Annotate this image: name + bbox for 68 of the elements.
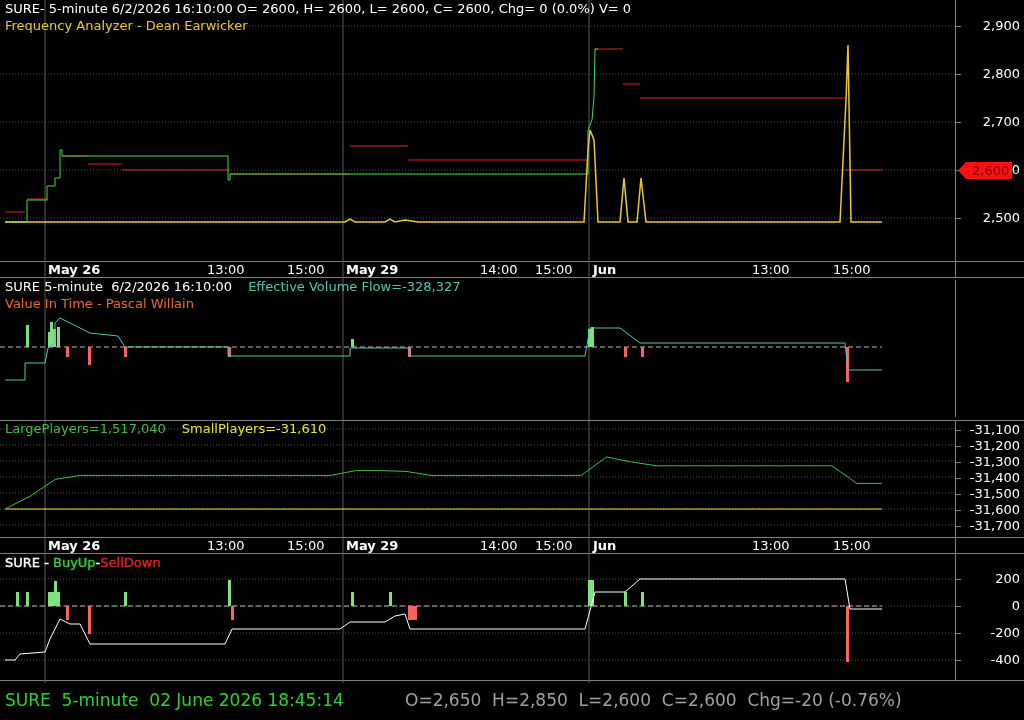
- volume-bar: [389, 592, 392, 606]
- quote-summary: O=2,650 H=2,850 L=2,600 C=2,600 Chg=-20 (-0.76%): [405, 688, 902, 712]
- volume-bar: [26, 592, 29, 606]
- legend-text: SellDown: [100, 554, 161, 571]
- date-label: Jun: [593, 262, 617, 278]
- date-label: 13:00: [207, 538, 245, 554]
- axis-label: 2,500: [982, 210, 1020, 226]
- legend-text: LargePlayers=1,517,040: [5, 420, 166, 437]
- axis-label: -31,100: [969, 421, 1020, 438]
- date-label: 15:00: [535, 262, 573, 278]
- axis-label: 0: [1011, 162, 1020, 178]
- volume-bar: [351, 339, 354, 347]
- date-label: 14:00: [480, 262, 518, 278]
- legend-text: SURE -: [5, 554, 50, 571]
- date-label: 15:00: [833, 538, 871, 554]
- legend-text: -: [95, 554, 101, 571]
- legend-text: SmallPlayers=-31,610: [181, 420, 327, 437]
- date-label: 15:00: [535, 538, 573, 554]
- date-label: 15:00: [287, 538, 325, 554]
- axis-label: 2,800: [982, 66, 1020, 82]
- volume-bar: [624, 347, 627, 357]
- axis-label: -31,700: [969, 518, 1020, 534]
- legend-text: Value In Time - Pascal Willain: [5, 295, 194, 312]
- volume-bar: [846, 347, 849, 382]
- date-label: May 29: [346, 538, 399, 554]
- volume-bar: [88, 347, 91, 365]
- axis-label: -400: [990, 652, 1020, 668]
- date-label: 13:00: [752, 262, 790, 278]
- volume-bar: [124, 592, 127, 606]
- legend-text: SURE- 5-minute 6/2/2026 16:10:00 O= 2600, H= 2600, L= 2600, C= 2600, Chg= 0 (0.0%) V= 0: [5, 0, 632, 17]
- legend-text: Effective Volume Flow=-328,327: [248, 278, 461, 295]
- axis-label: -31,600: [969, 502, 1020, 518]
- axis-label: 2,700: [982, 114, 1020, 130]
- volume-bar: [846, 606, 849, 662]
- tag-arrow-icon: [958, 162, 966, 179]
- volume-bar: [66, 606, 69, 620]
- date-label: 13:00: [207, 262, 245, 278]
- date-label: 15:00: [833, 262, 871, 278]
- volume-bar: [66, 347, 69, 357]
- date-label: 15:00: [287, 262, 325, 278]
- date-label: May 26: [48, 262, 101, 278]
- axis-label: 200: [995, 571, 1020, 587]
- volume-bar: [351, 592, 354, 606]
- legend-text: SURE 5-minute 6/2/2026 16:10:00: [5, 278, 233, 295]
- volume-bar: [641, 592, 644, 606]
- date-label: 14:00: [480, 538, 518, 554]
- volume-bar: [624, 592, 627, 606]
- volume-bar: [641, 347, 644, 357]
- date-label: May 26: [48, 538, 101, 554]
- legend-text: BuyUp: [53, 554, 96, 571]
- date-label: 13:00: [752, 538, 790, 554]
- volume-bar: [26, 325, 29, 347]
- axis-label: -31,500: [969, 486, 1020, 502]
- date-label: Jun: [593, 538, 617, 554]
- legend-text: Frequency Analyzer - Dean Earwicker: [5, 17, 248, 34]
- axis-label: 0: [1011, 598, 1020, 614]
- symbol-info: SURE 5-minute 02 June 2026 18:45:14: [5, 688, 345, 712]
- volume-bar: [228, 347, 231, 357]
- axis-label: -31,400: [969, 470, 1020, 486]
- volume-bar: [88, 606, 91, 634]
- axis-label: -200: [990, 625, 1020, 641]
- volume-bar: [16, 592, 19, 606]
- axis-label: -31,300: [969, 454, 1020, 470]
- volume-bar: [124, 347, 127, 357]
- axis-label: 2,900: [982, 18, 1020, 34]
- volume-bar: [408, 347, 411, 357]
- axis-label: -31,200: [969, 437, 1020, 454]
- date-label: May 29: [346, 262, 399, 278]
